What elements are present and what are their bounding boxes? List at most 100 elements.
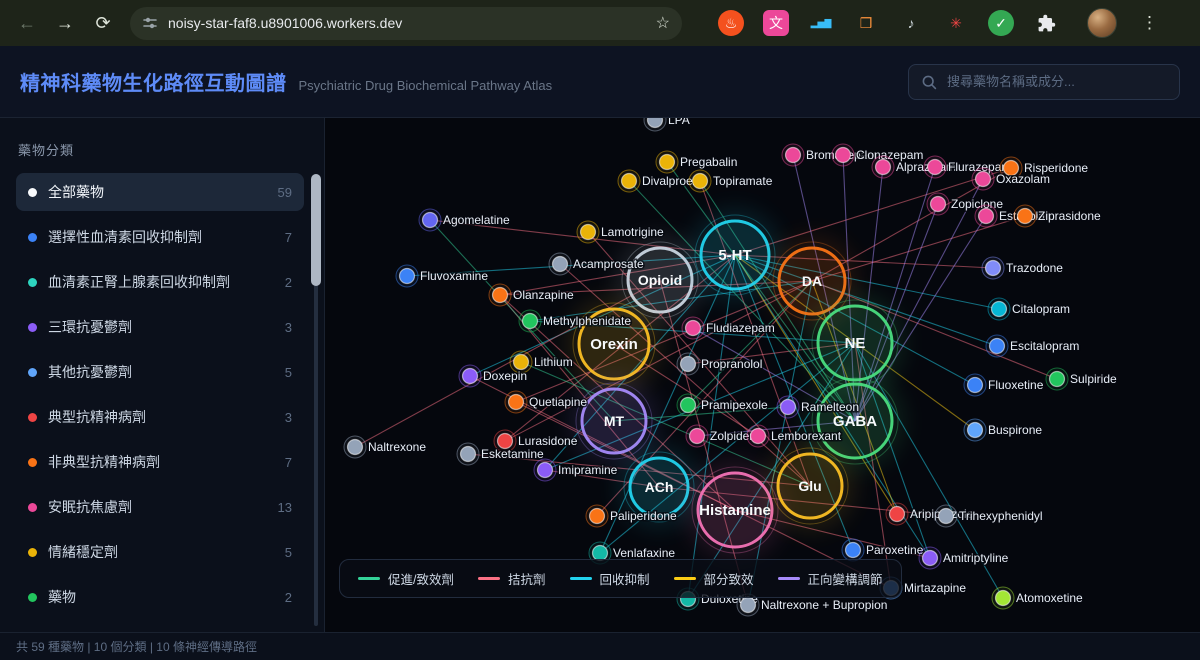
drug-label-quetiapine: Quetiapine	[529, 395, 587, 409]
hub-label-opioid: Opioid	[638, 272, 682, 288]
reload-icon[interactable]: ⟳	[86, 6, 120, 40]
legend-item-pam: 正向變構調節	[778, 569, 883, 588]
drug-node-lemborexant[interactable]	[751, 429, 766, 444]
drug-node-imipramine[interactable]	[538, 463, 553, 478]
drug-label-ziprasidone: Ziprasidone	[1038, 209, 1101, 223]
drug-node-naltrexone[interactable]	[348, 440, 363, 455]
folder-extension-icon[interactable]: ❒	[853, 10, 879, 36]
drug-label-oxazolam: Oxazolam	[996, 172, 1050, 186]
drug-node-estazolam[interactable]	[979, 209, 994, 224]
drug-node-clonazepam[interactable]	[836, 148, 851, 163]
drug-label-trazodone: Trazodone	[1006, 261, 1063, 275]
sidebar-category-item[interactable]: 安眠抗焦慮劑13	[16, 488, 304, 526]
category-label: 全部藥物	[48, 182, 267, 202]
legend-item-reuptake: 回收抑制	[570, 569, 650, 588]
music-extension-icon[interactable]: ♪	[898, 10, 924, 36]
drug-node-methylphenidate[interactable]	[523, 314, 538, 329]
search-box[interactable]	[908, 64, 1180, 100]
shield-check-extension-icon[interactable]: ✓	[988, 10, 1014, 36]
drug-node-fluoxetine[interactable]	[968, 378, 983, 393]
category-label: 情緒穩定劑	[48, 542, 274, 562]
drug-label-methylphenidate: Methylphenidate	[543, 314, 631, 328]
sidebar: 藥物分類 全部藥物59選擇性血清素回收抑制劑7血清素正腎上腺素回收抑制劑2三環抗…	[0, 118, 325, 632]
starburst-extension-icon[interactable]: ✳	[943, 10, 969, 36]
translate-extension-icon[interactable]: 文	[763, 10, 789, 36]
drug-node-esketamine[interactable]	[461, 447, 476, 462]
drug-node-naltrexone-bupropion[interactable]	[741, 598, 756, 613]
extension-icons: ♨ 文 ▂▅▇ ❒ ♪ ✳ ✓	[718, 10, 1059, 36]
drug-label-amitriptyline: Amitriptyline	[943, 551, 1009, 565]
flame-extension-icon[interactable]: ♨	[718, 10, 744, 36]
drug-node-acamprosate[interactable]	[553, 257, 568, 272]
pathway-svg[interactable]: Opioid5-HTDANEOrexinMTGABAAChHistamineGl…	[325, 118, 1200, 632]
drug-node-oxazolam[interactable]	[976, 172, 991, 187]
drug-node-lpa[interactable]	[648, 118, 663, 128]
drug-node-zopiclone[interactable]	[931, 197, 946, 212]
extensions-puzzle-icon[interactable]	[1033, 10, 1059, 36]
drug-node-citalopram[interactable]	[992, 302, 1007, 317]
drug-node-fluvoxamine[interactable]	[400, 269, 415, 284]
drug-node-pregabalin[interactable]	[660, 155, 675, 170]
drug-label-lpa: LPA	[668, 118, 690, 127]
drug-node-escitalopram[interactable]	[990, 339, 1005, 354]
profile-avatar[interactable]	[1087, 8, 1117, 38]
drug-node-zolpidem[interactable]	[690, 429, 705, 444]
forward-icon[interactable]: →	[48, 6, 82, 40]
hub-label-glu: Glu	[798, 478, 821, 494]
drug-node-lamotrigine[interactable]	[581, 225, 596, 240]
drug-label-topiramate: Topiramate	[713, 174, 773, 188]
drug-node-aripiprazole[interactable]	[890, 507, 905, 522]
drug-node-propranolol[interactable]	[681, 357, 696, 372]
sidebar-category-item[interactable]: 典型抗精神病劑3	[16, 398, 304, 436]
legend-item-antagonist: 拮抗劑	[478, 569, 546, 588]
address-bar[interactable]: noisy-star-faf8.u8901006.workers.dev ☆	[130, 7, 682, 40]
browser-menu-icon[interactable]: ⋮	[1135, 13, 1164, 33]
hub-label-gaba: GABA	[833, 413, 877, 430]
sidebar-category-item[interactable]: 非典型抗精神病劑7	[16, 443, 304, 481]
drug-label-esketamine: Esketamine	[481, 447, 544, 461]
drug-label-fluvoxamine: Fluvoxamine	[420, 269, 488, 283]
bookmark-star-icon[interactable]: ☆	[656, 13, 670, 33]
drug-node-bromazepam[interactable]	[786, 148, 801, 163]
drug-node-paroxetine[interactable]	[846, 543, 861, 558]
drug-node-quetiapine[interactable]	[509, 395, 524, 410]
legend: 促進/致效劑拮抗劑回收抑制部分致效正向變構調節	[339, 559, 902, 598]
graph-canvas[interactable]: Opioid5-HTDANEOrexinMTGABAAChHistamineGl…	[325, 118, 1200, 632]
sidebar-category-item[interactable]: 藥物2	[16, 578, 304, 616]
drug-node-trazodone[interactable]	[986, 261, 1001, 276]
drug-node-agomelatine[interactable]	[423, 213, 438, 228]
sidebar-category-item[interactable]: 選擇性血清素回收抑制劑7	[16, 218, 304, 256]
sidebar-category-item[interactable]: 其他抗憂鬱劑5	[16, 353, 304, 391]
back-icon[interactable]: ←	[10, 6, 44, 40]
drug-node-pramipexole[interactable]	[681, 398, 696, 413]
drug-node-trihexyphenidyl[interactable]	[939, 509, 954, 524]
drug-node-flurazepam[interactable]	[928, 160, 943, 175]
drug-node-olanzapine[interactable]	[493, 288, 508, 303]
drug-node-fludiazepam[interactable]	[686, 321, 701, 336]
sidebar-category-item[interactable]: 全部藥物59	[16, 173, 304, 211]
sidebar-category-item[interactable]: 血清素正腎上腺素回收抑制劑2	[16, 263, 304, 301]
hub-label-ach: ACh	[645, 479, 674, 495]
search-input[interactable]	[945, 73, 1167, 90]
legend-label: 回收抑制	[600, 569, 650, 588]
drug-node-atomoxetine[interactable]	[996, 591, 1011, 606]
drug-node-ziprasidone[interactable]	[1018, 209, 1033, 224]
drug-node-ramelteon[interactable]	[781, 400, 796, 415]
drug-node-amitriptyline[interactable]	[923, 551, 938, 566]
drug-node-alprazolam[interactable]	[876, 160, 891, 175]
sidebar-category-item[interactable]: 情緒穩定劑5	[16, 533, 304, 571]
sidebar-scrollbar[interactable]	[311, 174, 321, 626]
drug-node-topiramate[interactable]	[693, 174, 708, 189]
drug-node-lithium[interactable]	[514, 355, 529, 370]
drug-node-doxepin[interactable]	[463, 369, 478, 384]
drug-node-divalproex[interactable]	[622, 174, 637, 189]
drug-node-paliperidone[interactable]	[590, 509, 605, 524]
stats-extension-icon[interactable]: ▂▅▇	[808, 10, 834, 36]
site-info-icon[interactable]	[142, 15, 158, 31]
category-color-dot	[28, 188, 37, 197]
sidebar-category-item[interactable]: 三環抗憂鬱劑3	[16, 308, 304, 346]
drug-label-naltrexone-bupropion: Naltrexone + Bupropion	[761, 598, 887, 612]
drug-node-buspirone[interactable]	[968, 423, 983, 438]
drug-node-sulpiride[interactable]	[1050, 372, 1065, 387]
scrollbar-thumb[interactable]	[311, 174, 321, 286]
